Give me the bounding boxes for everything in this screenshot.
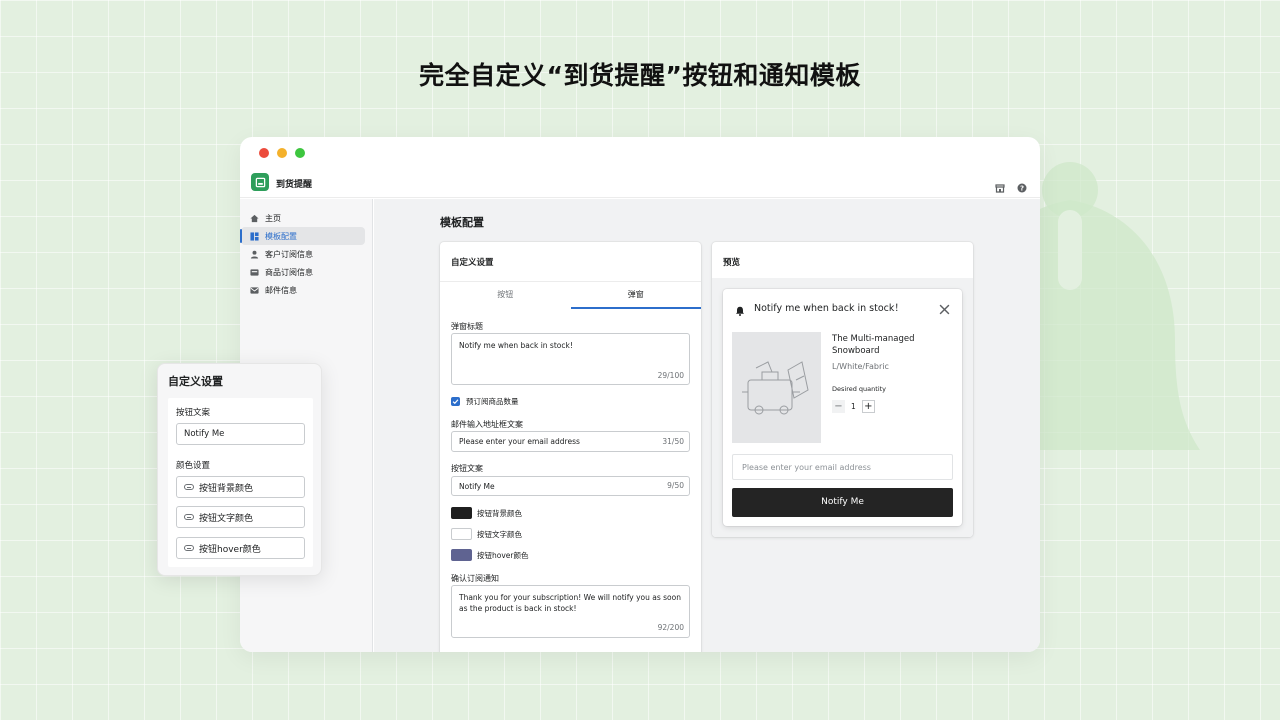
email-placeholder-counter: 31/50: [662, 437, 684, 446]
confirm-counter: 92/200: [657, 623, 684, 632]
preview-card-title: 预览: [723, 258, 741, 268]
email-input-placeholder: Please enter your email address: [742, 463, 871, 472]
sidebar-item-label: 商品订阅信息: [265, 267, 313, 277]
quantity-stepper: − 1 +: [832, 400, 875, 413]
sidebar-item-home[interactable]: 主页: [241, 209, 365, 227]
svg-text:?: ?: [1020, 185, 1024, 193]
preview-popup: Notify me when back in stock！ The Multi-…: [723, 289, 962, 526]
color-label: 按钮背景颜色: [477, 508, 522, 518]
floating-hover-color-button[interactable]: 按钮hover颜色: [176, 537, 305, 559]
floating-color-button-label: 按钮背景颜色: [199, 483, 254, 494]
product-variant: L/White/Fabric: [832, 362, 889, 371]
floating-color-label: 颜色设置: [176, 461, 211, 471]
product-placeholder-icon: [742, 361, 809, 415]
product-image: [732, 332, 821, 443]
quantity-value: 1: [851, 402, 856, 411]
preview-popup-title: Notify me when back in stock！: [754, 303, 904, 314]
app-topbar: 到货提醒 ?: [240, 170, 1040, 198]
show-quantity-label: 预订阅商品数量: [466, 397, 519, 406]
floating-button-text-value: Notify Me: [184, 429, 225, 439]
sidebar-item-label: 主页: [265, 213, 281, 223]
show-quantity-row: 预订阅商品数量: [451, 396, 519, 407]
page-headline: 完全自定义“到货提醒”按钮和通知模板: [419, 61, 861, 90]
popup-title-counter: 29/100: [657, 371, 684, 380]
sidebar-item-product-subscriptions[interactable]: 商品订阅信息: [241, 263, 365, 281]
floating-panel-body: 按钮文案 Notify Me 颜色设置 按钮背景颜色 按钮文字颜色 按钮hove…: [168, 398, 313, 567]
floating-settings-panel: 自定义设置 按钮文案 Notify Me 颜色设置 按钮背景颜色 按钮文字颜色 …: [157, 363, 322, 576]
close-window-button[interactable]: [259, 148, 269, 158]
notify-me-button[interactable]: Notify Me: [732, 488, 953, 517]
button-text-color-swatch[interactable]: [451, 528, 472, 540]
increase-button[interactable]: +: [861, 400, 875, 413]
floating-button-text-label: 按钮文案: [176, 408, 211, 418]
floating-panel-title: 自定义设置: [168, 375, 223, 388]
button-text-label: 按钮文案: [451, 464, 483, 473]
store-icon[interactable]: [995, 178, 1005, 197]
app-name: 到货提醒: [276, 180, 313, 190]
button-bg-color-swatch[interactable]: [451, 507, 472, 519]
settings-card-title: 自定义设置: [451, 258, 494, 268]
popup-title-value: Notify me when back in stock!: [459, 341, 573, 350]
color-label: 按钮文字颜色: [477, 529, 522, 539]
sidebar-item-label: 客户订阅信息: [265, 249, 313, 259]
mail-icon: [250, 286, 259, 295]
color-row-background: 按钮背景颜色: [451, 507, 522, 519]
settings-card: 自定义设置 按钮 弹窗 弹窗标题 Notify me when back in …: [440, 242, 701, 652]
email-placeholder-label: 邮件输入地址框文案: [451, 420, 523, 429]
person-icon: [250, 250, 259, 259]
quantity-label: Desired quantity: [832, 385, 887, 393]
preview-card: 预览 Notify me when back in stock！ The Mul…: [712, 242, 973, 537]
color-row-text: 按钮文字颜色: [451, 528, 522, 540]
page-title: 模板配置: [440, 216, 484, 229]
floating-bg-color-button[interactable]: 按钮背景颜色: [176, 476, 305, 498]
maximize-window-button[interactable]: [295, 148, 305, 158]
button-hover-color-swatch[interactable]: [451, 549, 472, 561]
product-name: The Multi-managed Snowboard: [832, 334, 915, 356]
main-content: 模板配置 自定义设置 按钮 弹窗 弹窗标题 Notify me when bac…: [374, 199, 1040, 652]
template-icon: [250, 231, 259, 241]
decrease-button[interactable]: −: [832, 400, 845, 413]
sidebar-item-customer-subscriptions[interactable]: 客户订阅信息: [241, 245, 365, 263]
tab-popup[interactable]: 弹窗: [570, 282, 701, 309]
email-placeholder-value: Please enter your email address: [459, 437, 580, 446]
popup-title-field[interactable]: Notify me when back in stock!: [451, 333, 690, 385]
link-icon: [184, 484, 194, 490]
minimize-window-button[interactable]: [277, 148, 287, 158]
sidebar-item-emails[interactable]: 邮件信息: [241, 281, 365, 299]
link-icon: [184, 545, 194, 551]
color-label: 按钮hover颜色: [477, 550, 529, 560]
tab-button[interactable]: 按钮: [440, 282, 571, 309]
help-icon[interactable]: ?: [1017, 178, 1027, 197]
sidebar-item-label: 模板配置: [265, 231, 297, 241]
confirm-value: Thank you for your subscription! We will…: [459, 593, 681, 613]
show-quantity-checkbox[interactable]: [451, 397, 460, 406]
link-icon: [184, 514, 194, 520]
app-logo-icon: [251, 173, 269, 191]
button-text-value: Notify Me: [459, 482, 495, 491]
floating-color-button-label: 按钮文字颜色: [199, 513, 254, 524]
email-input[interactable]: Please enter your email address: [732, 454, 953, 480]
home-icon: [250, 214, 259, 223]
button-text-counter: 9/50: [667, 481, 684, 490]
bell-icon: [735, 301, 745, 320]
popup-title-label: 弹窗标题: [451, 322, 483, 331]
settings-tabs: 按钮 弹窗: [440, 281, 701, 309]
confirm-field[interactable]: Thank you for your subscription! We will…: [451, 585, 690, 638]
app-window: 到货提醒 ? 主页 模板配置 客户订阅信息 商品订阅信息 邮件信息 模板配置 自…: [240, 137, 1040, 652]
floating-color-button-label: 按钮hover颜色: [199, 544, 261, 555]
close-icon[interactable]: [939, 300, 950, 319]
floating-button-text-field[interactable]: Notify Me: [176, 423, 305, 445]
confirm-label: 确认订阅通知: [451, 574, 499, 583]
button-text-field[interactable]: Notify Me: [451, 476, 690, 496]
sidebar-item-label: 邮件信息: [265, 285, 297, 295]
product-icon: [250, 268, 259, 277]
color-row-hover: 按钮hover颜色: [451, 549, 528, 561]
email-placeholder-field[interactable]: Please enter your email address: [451, 431, 690, 452]
window-controls: [259, 148, 305, 158]
floating-text-color-button[interactable]: 按钮文字颜色: [176, 506, 305, 528]
sidebar-item-templates[interactable]: 模板配置: [240, 227, 365, 245]
